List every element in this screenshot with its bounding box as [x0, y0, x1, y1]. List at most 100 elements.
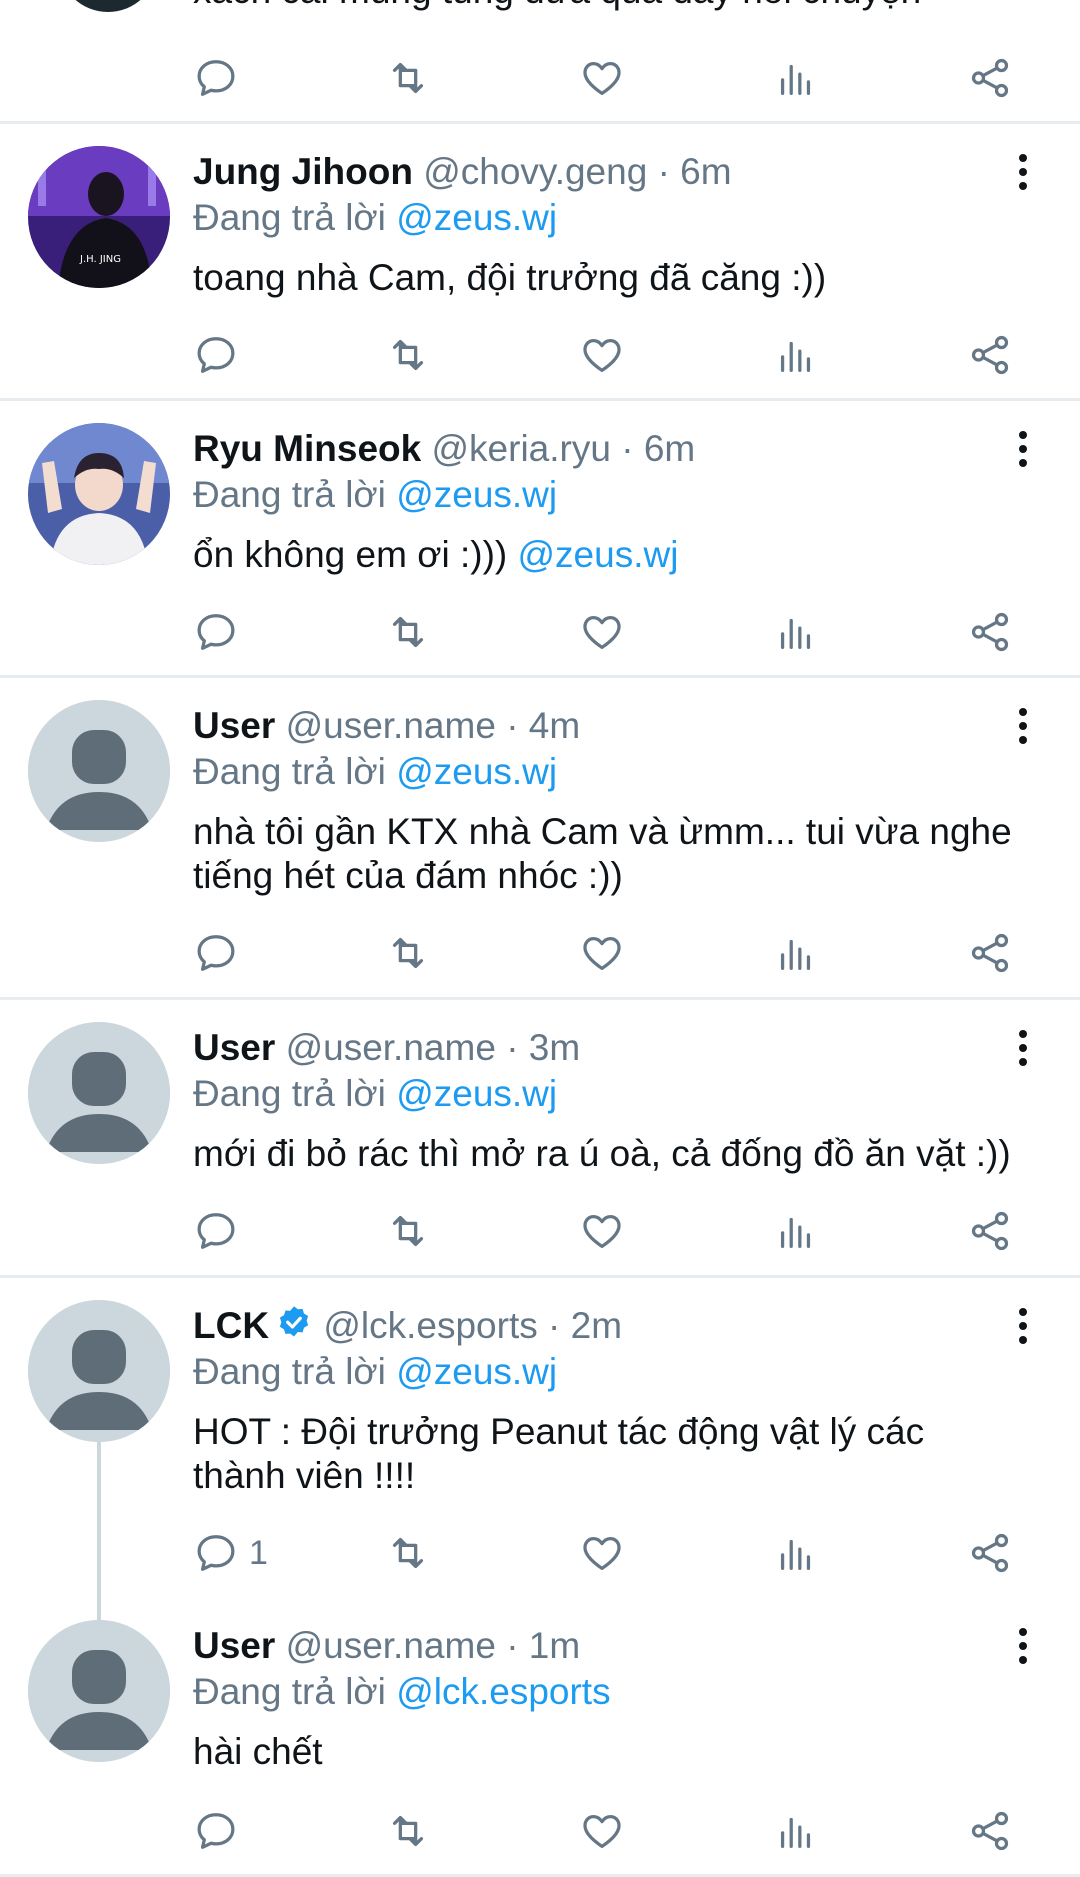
default-avatar-icon — [28, 1022, 170, 1164]
more-options-button[interactable] — [1008, 708, 1038, 748]
reply-button[interactable] — [193, 1808, 245, 1856]
tweet-text: nhà tôi gần KTX nhà Cam và ừmm... tui vừ… — [193, 811, 1012, 896]
reply-icon — [197, 1535, 235, 1571]
handle[interactable]: @keria.ryu — [432, 428, 611, 469]
avatar[interactable] — [28, 700, 170, 842]
replying-to: Đang trả lời @zeus.wj — [193, 750, 557, 794]
display-name[interactable]: Jung Jihoon — [193, 151, 413, 192]
avatar[interactable]: J.H. JING — [28, 146, 170, 288]
share-button[interactable] — [967, 1530, 1019, 1578]
reply-icon — [197, 337, 235, 373]
display-name[interactable]: Ryu Minseok — [193, 428, 421, 469]
like-button[interactable] — [579, 332, 631, 380]
timestamp: · 3m — [506, 1027, 581, 1068]
display-name[interactable]: User — [193, 1027, 275, 1068]
display-name[interactable]: User — [193, 1625, 275, 1666]
share-button[interactable] — [967, 1208, 1019, 1256]
retweet-button[interactable] — [385, 1530, 437, 1578]
timestamp: · 2m — [548, 1305, 623, 1346]
more-options-button[interactable] — [1008, 1308, 1038, 1348]
divider — [0, 1275, 1080, 1278]
more-options-button[interactable] — [1008, 431, 1038, 471]
display-name[interactable]: LCK — [193, 1305, 269, 1346]
share-button[interactable] — [967, 1808, 1019, 1856]
analytics-button[interactable] — [773, 1530, 825, 1578]
share-button[interactable] — [967, 930, 1019, 978]
analytics-icon — [780, 1217, 811, 1248]
like-button[interactable] — [579, 930, 631, 978]
retweet-icon — [392, 1537, 424, 1569]
divider — [0, 675, 1080, 678]
reply-button[interactable] — [193, 55, 245, 103]
replying-to-label: Đang trả lời — [193, 1671, 386, 1712]
mention-link[interactable]: @zeus.wj — [396, 197, 557, 238]
reply-button[interactable] — [193, 1208, 245, 1256]
analytics-button[interactable] — [773, 609, 825, 657]
handle[interactable]: @user.name — [286, 1027, 496, 1068]
analytics-icon — [780, 64, 811, 95]
reply-button[interactable] — [193, 609, 245, 657]
avatar[interactable] — [28, 423, 170, 565]
reply-icon — [197, 1213, 235, 1249]
reply-icon — [197, 935, 235, 971]
handle[interactable]: @chovy.geng — [423, 151, 647, 192]
share-button[interactable] — [967, 55, 1019, 103]
share-icon — [971, 1811, 1009, 1851]
reply-button[interactable] — [193, 332, 245, 380]
share-button[interactable] — [967, 332, 1019, 380]
more-options-button[interactable] — [1008, 1030, 1038, 1070]
analytics-icon — [780, 1539, 811, 1570]
tweet-header: Ryu Minseok @keria.ryu · 6m — [193, 427, 695, 471]
handle[interactable]: @user.name — [286, 1625, 496, 1666]
timestamp: · 4m — [506, 705, 581, 746]
analytics-button[interactable] — [773, 930, 825, 978]
analytics-icon — [780, 341, 811, 372]
retweet-button[interactable] — [385, 332, 437, 380]
mention-link[interactable]: @zeus.wj — [396, 1073, 557, 1114]
mention-link[interactable]: @zeus.wj — [396, 751, 557, 792]
analytics-button[interactable] — [773, 1808, 825, 1856]
tweet-actions — [0, 1208, 1080, 1258]
like-button[interactable] — [579, 1808, 631, 1856]
tweet-actions — [0, 55, 1080, 105]
retweet-button[interactable] — [385, 1808, 437, 1856]
more-options-button[interactable] — [1008, 154, 1038, 194]
analytics-button[interactable] — [773, 1208, 825, 1256]
retweet-button[interactable] — [385, 930, 437, 978]
retweet-icon — [392, 616, 424, 648]
display-name[interactable]: User — [193, 705, 275, 746]
analytics-button[interactable] — [773, 55, 825, 103]
mention-link[interactable]: @zeus.wj — [396, 474, 557, 515]
like-button[interactable] — [579, 1530, 631, 1578]
mention-link[interactable]: @zeus.wj — [396, 1351, 557, 1392]
share-button[interactable] — [967, 609, 1019, 657]
tweet-header: Jung Jihoon @chovy.geng · 6m — [193, 150, 732, 194]
avatar[interactable] — [28, 1022, 170, 1164]
like-button[interactable] — [579, 609, 631, 657]
like-button[interactable] — [579, 1208, 631, 1256]
more-options-button[interactable] — [1008, 1628, 1038, 1668]
reply-button[interactable] — [193, 930, 245, 978]
share-icon — [971, 58, 1009, 98]
heart-icon — [583, 615, 621, 649]
retweet-button[interactable] — [385, 55, 437, 103]
share-icon — [971, 612, 1009, 652]
retweet-icon — [392, 937, 424, 969]
avatar[interactable] — [28, 1300, 170, 1442]
handle[interactable]: @user.name — [286, 705, 496, 746]
mention-link[interactable]: @zeus.wj — [518, 534, 679, 575]
avatar[interactable] — [28, 1620, 170, 1762]
replying-to: Đang trả lời @zeus.wj — [193, 196, 557, 240]
analytics-button[interactable] — [773, 332, 825, 380]
reply-button[interactable]: 1 — [193, 1530, 273, 1578]
avatar[interactable] — [60, 0, 156, 12]
tweet-actions — [0, 332, 1080, 382]
timestamp: · 1m — [506, 1625, 581, 1666]
handle[interactable]: @lck.esports — [323, 1305, 537, 1346]
retweet-button[interactable] — [385, 1208, 437, 1256]
heart-icon — [583, 1214, 621, 1248]
mention-link[interactable]: @lck.esports — [396, 1671, 610, 1712]
like-button[interactable] — [579, 55, 631, 103]
retweet-button[interactable] — [385, 609, 437, 657]
reply-icon — [197, 614, 235, 650]
